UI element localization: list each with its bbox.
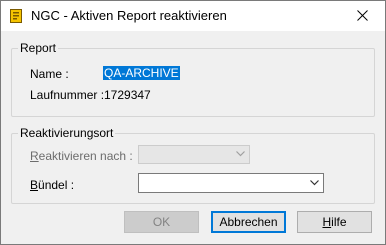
report-group: Report — [11, 41, 375, 117]
chevron-down-icon — [310, 180, 319, 186]
reactivation-group: Reaktivierungsort — [11, 126, 375, 204]
help-button-label-rest: ilfe — [331, 215, 347, 229]
reactivate-to-label-access-key: R — [30, 149, 39, 163]
ngc-app-icon — [10, 9, 22, 23]
reactivate-to-label: Reaktivieren nach : — [30, 149, 133, 163]
ok-button[interactable]: OK — [124, 211, 199, 233]
close-button[interactable] — [341, 1, 385, 31]
bundle-label-access-key: B — [30, 178, 39, 192]
help-button-access-key: H — [322, 215, 332, 229]
chevron-down-icon — [236, 151, 245, 157]
dialog-window: NGC - Aktiven Report reaktivieren Report… — [0, 0, 386, 245]
help-button[interactable]: Hilfe — [297, 211, 372, 233]
name-value: QA-ARCHIVE — [103, 66, 180, 80]
laufnummer-label: Laufnummer : — [30, 88, 105, 102]
reactivation-group-title: Reaktivierungsort — [18, 126, 116, 140]
bundle-dropdown[interactable] — [138, 173, 324, 193]
laufnummer-value: 1729347 — [104, 88, 151, 102]
reactivate-to-label-rest: eaktivieren nach : — [38, 149, 133, 163]
cancel-button[interactable]: Abbrechen — [211, 211, 286, 233]
reactivate-to-dropdown[interactable] — [138, 145, 250, 164]
bundle-label-rest: ündel : — [38, 178, 75, 192]
title-bar: NGC - Aktiven Report reaktivieren — [1, 1, 385, 31]
name-label: Name : — [30, 67, 69, 81]
close-icon — [357, 10, 368, 21]
report-group-title: Report — [18, 41, 59, 55]
bundle-label: Bündel : — [30, 178, 74, 192]
window-title: NGC - Aktiven Report reaktivieren — [31, 8, 227, 23]
